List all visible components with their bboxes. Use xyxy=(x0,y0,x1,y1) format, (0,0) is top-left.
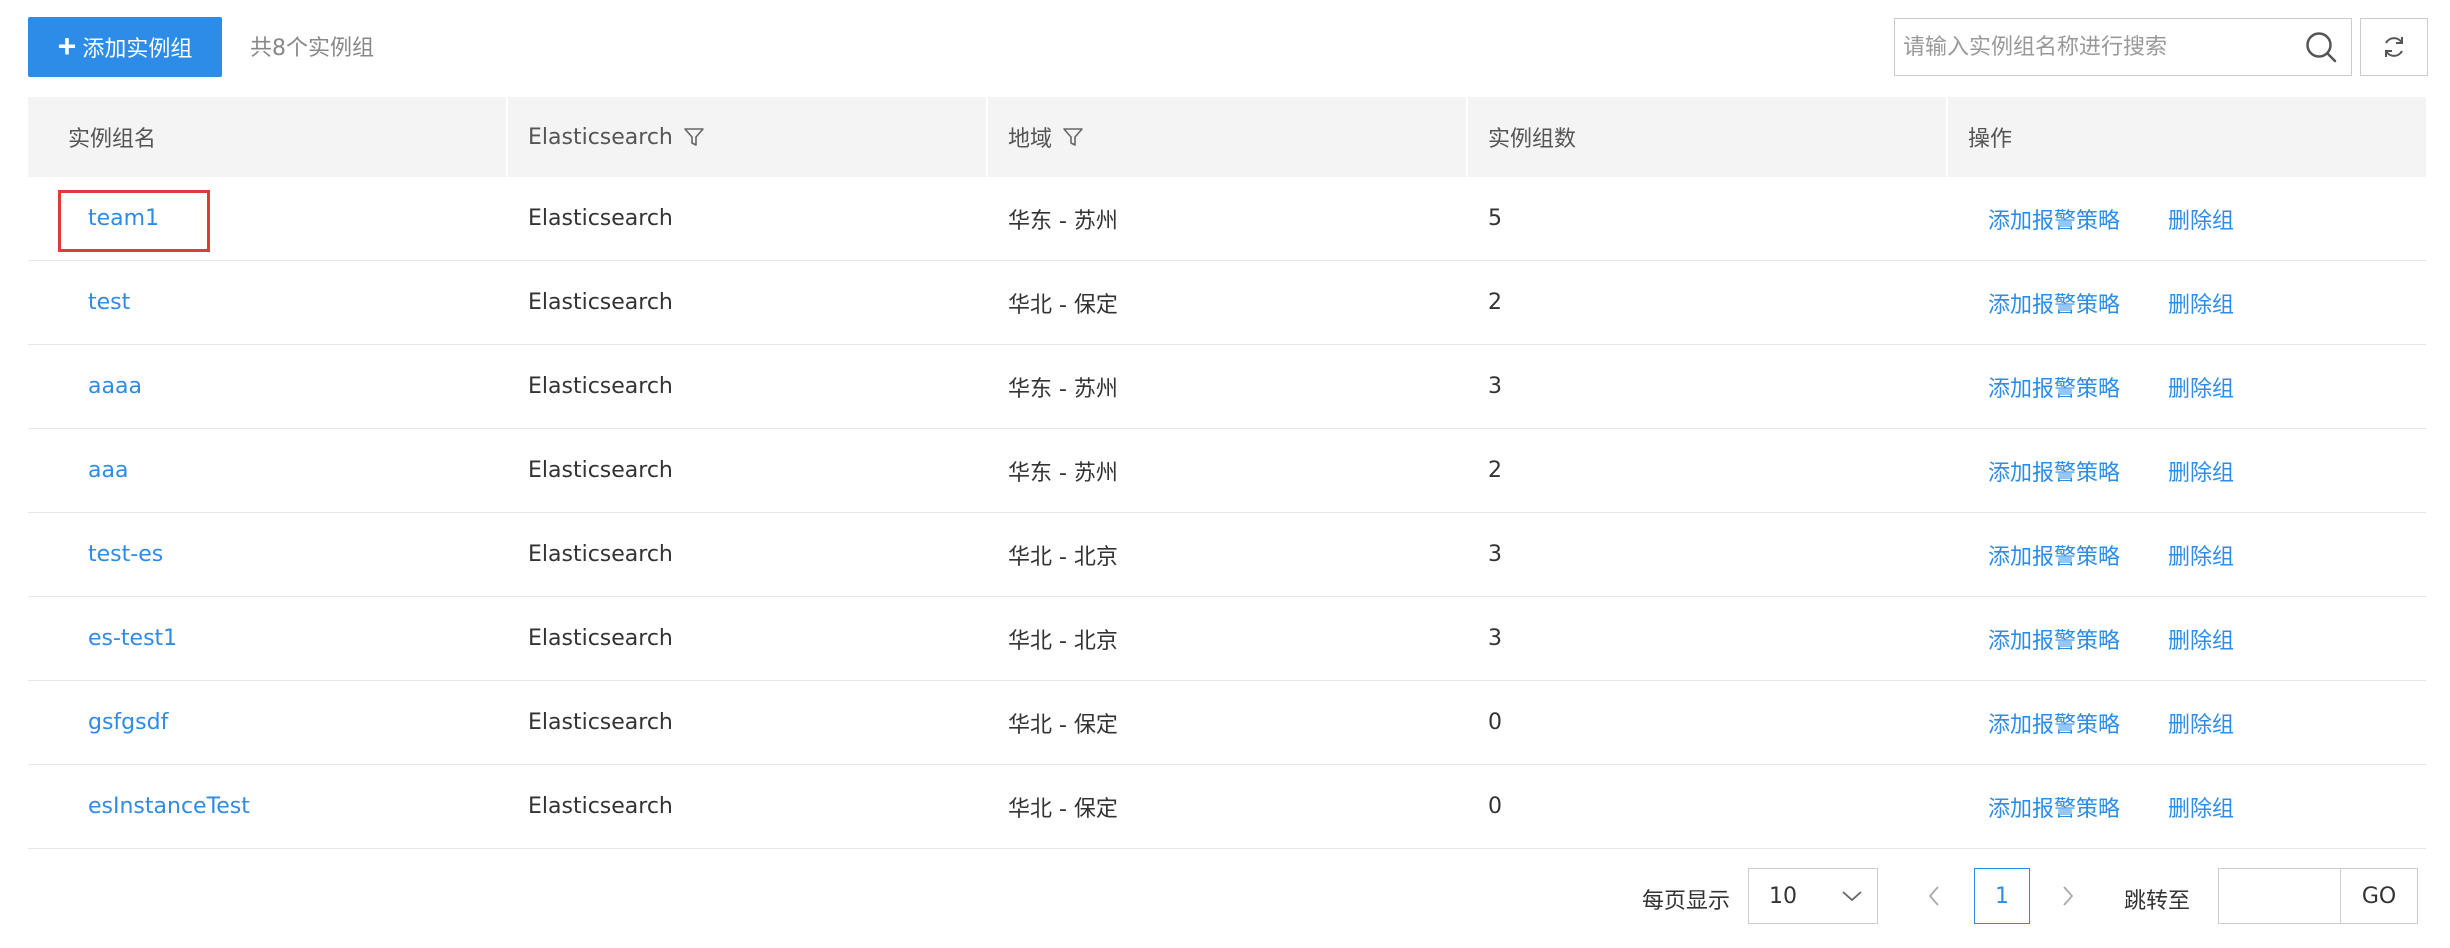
product-cell: Elasticsearch xyxy=(528,542,673,567)
delete-group-link[interactable]: 删除组 xyxy=(2168,791,2234,823)
add-alert-policy-link[interactable]: 添加报警策略 xyxy=(1988,287,2120,319)
plus-icon: + xyxy=(57,27,77,64)
count-cell: 0 xyxy=(1488,710,1502,735)
refresh-button[interactable] xyxy=(2360,18,2428,76)
product-cell: Elasticsearch xyxy=(528,458,673,483)
column-header-product: Elasticsearch xyxy=(508,97,988,177)
instance-group-table: 实例组名 Elasticsearch 地域 实例组数 操作 team1 Elas… xyxy=(28,97,2426,849)
table-header: 实例组名 Elasticsearch 地域 实例组数 操作 xyxy=(28,97,2426,177)
search-box xyxy=(1894,18,2352,76)
region-cell: 华东 - 苏州 xyxy=(1008,376,1118,402)
table-row: team1 Elasticsearch 华东 - 苏州 5 添加报警策略 删除组 xyxy=(28,177,2426,261)
search-icon[interactable] xyxy=(2301,27,2341,67)
page-size-label: 每页显示 xyxy=(1642,889,1731,914)
count-cell: 0 xyxy=(1488,794,1502,819)
column-header-region: 地域 xyxy=(988,97,1468,177)
count-cell: 3 xyxy=(1488,374,1502,399)
instance-group-name-link[interactable]: esInstanceTest xyxy=(88,794,250,819)
table-row: aaaa Elasticsearch 华东 - 苏州 3 添加报警策略 删除组 xyxy=(28,345,2426,429)
chevron-left-icon[interactable] xyxy=(1914,876,1954,916)
add-alert-policy-link[interactable]: 添加报警策略 xyxy=(1988,707,2120,739)
page-size-value: 10 xyxy=(1769,883,1797,909)
product-cell: Elasticsearch xyxy=(528,374,673,399)
delete-group-link[interactable]: 删除组 xyxy=(2168,203,2234,235)
page-size-select[interactable]: 10 xyxy=(1748,868,1878,924)
chevron-right-icon[interactable] xyxy=(2048,876,2088,916)
add-alert-policy-link[interactable]: 添加报警策略 xyxy=(1988,791,2120,823)
column-header-count: 实例组数 xyxy=(1468,97,1948,177)
instance-group-name-link[interactable]: gsfgsdf xyxy=(88,710,168,735)
column-header-label: 操作 xyxy=(1968,127,2013,152)
region-cell: 华东 - 苏州 xyxy=(1008,460,1118,486)
column-header-label: 实例组数 xyxy=(1488,127,1577,152)
region-cell: 华北 - 保定 xyxy=(1008,712,1118,738)
instance-group-name-link[interactable]: aaaa xyxy=(88,374,142,399)
add-alert-policy-link[interactable]: 添加报警策略 xyxy=(1988,623,2120,655)
instance-group-name-link[interactable]: test xyxy=(88,290,130,315)
jump-to-label: 跳转至 xyxy=(2124,889,2191,914)
jump-to-page-input[interactable] xyxy=(2218,868,2340,924)
product-cell: Elasticsearch xyxy=(528,206,673,231)
add-instance-group-button[interactable]: + 添加实例组 xyxy=(28,17,222,77)
count-cell: 3 xyxy=(1488,626,1502,651)
column-header-label: Elasticsearch xyxy=(528,124,673,150)
pagination: 每页显示 10 1 跳转至 GO xyxy=(0,868,2450,926)
column-header-label: 地域 xyxy=(1008,127,1053,152)
column-header-label: 实例组名 xyxy=(68,127,157,152)
count-cell: 2 xyxy=(1488,458,1502,483)
add-alert-policy-link[interactable]: 添加报警策略 xyxy=(1988,455,2120,487)
region-cell: 华北 - 北京 xyxy=(1008,544,1118,570)
add-alert-policy-link[interactable]: 添加报警策略 xyxy=(1988,371,2120,403)
filter-icon[interactable] xyxy=(683,126,705,148)
filter-icon[interactable] xyxy=(1062,126,1084,148)
add-alert-policy-link[interactable]: 添加报警策略 xyxy=(1988,203,2120,235)
instance-group-page: + 添加实例组 共8个实例组 实例组名 E xyxy=(0,0,2450,948)
instance-group-name-link[interactable]: team1 xyxy=(88,206,159,231)
instance-group-name-link[interactable]: es-test1 xyxy=(88,626,177,651)
delete-group-link[interactable]: 删除组 xyxy=(2168,623,2234,655)
delete-group-link[interactable]: 删除组 xyxy=(2168,455,2234,487)
table-row: gsfgsdf Elasticsearch 华北 - 保定 0 添加报警策略 删… xyxy=(28,681,2426,765)
count-cell: 5 xyxy=(1488,206,1502,231)
table-row: aaa Elasticsearch 华东 - 苏州 2 添加报警策略 删除组 xyxy=(28,429,2426,513)
column-header-actions: 操作 xyxy=(1948,97,2426,177)
instance-group-count: 共8个实例组 xyxy=(250,36,374,61)
product-cell: Elasticsearch xyxy=(528,710,673,735)
region-cell: 华东 - 苏州 xyxy=(1008,208,1118,234)
refresh-icon xyxy=(2381,34,2407,60)
go-button[interactable]: GO xyxy=(2340,868,2418,924)
instance-group-name-link[interactable]: test-es xyxy=(88,542,163,567)
page-number-current[interactable]: 1 xyxy=(1974,868,2030,924)
product-cell: Elasticsearch xyxy=(528,626,673,651)
table-row: test-es Elasticsearch 华北 - 北京 3 添加报警策略 删… xyxy=(28,513,2426,597)
region-cell: 华北 - 保定 xyxy=(1008,292,1118,318)
table-row: esInstanceTest Elasticsearch 华北 - 保定 0 添… xyxy=(28,765,2426,849)
instance-group-name-link[interactable]: aaa xyxy=(88,458,128,483)
search-input[interactable] xyxy=(1895,19,2301,75)
count-cell: 3 xyxy=(1488,542,1502,567)
delete-group-link[interactable]: 删除组 xyxy=(2168,707,2234,739)
product-cell: Elasticsearch xyxy=(528,290,673,315)
add-alert-policy-link[interactable]: 添加报警策略 xyxy=(1988,539,2120,571)
region-cell: 华北 - 北京 xyxy=(1008,628,1118,654)
delete-group-link[interactable]: 删除组 xyxy=(2168,539,2234,571)
delete-group-link[interactable]: 删除组 xyxy=(2168,371,2234,403)
table-row: es-test1 Elasticsearch 华北 - 北京 3 添加报警策略 … xyxy=(28,597,2426,681)
delete-group-link[interactable]: 删除组 xyxy=(2168,287,2234,319)
count-cell: 2 xyxy=(1488,290,1502,315)
column-header-name: 实例组名 xyxy=(28,97,508,177)
add-instance-group-label: 添加实例组 xyxy=(82,36,193,61)
region-cell: 华北 - 保定 xyxy=(1008,796,1118,822)
chevron-down-icon xyxy=(1841,889,1863,903)
table-row: test Elasticsearch 华北 - 保定 2 添加报警策略 删除组 xyxy=(28,261,2426,345)
product-cell: Elasticsearch xyxy=(528,794,673,819)
